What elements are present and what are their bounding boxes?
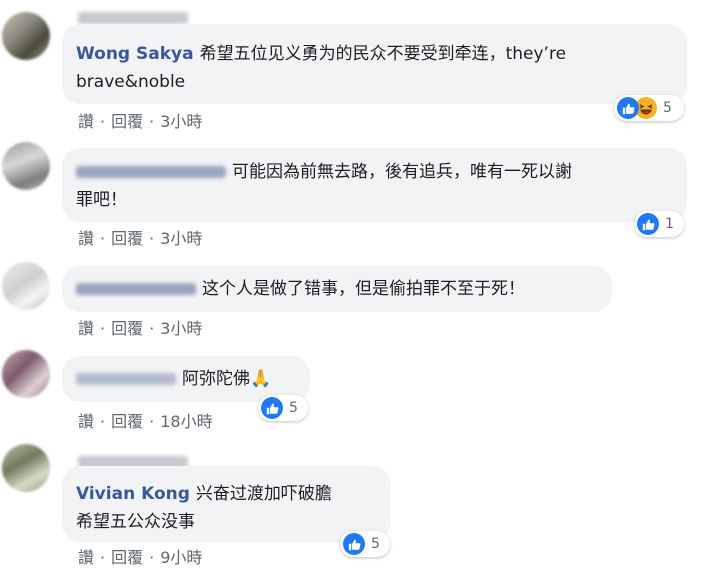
timestamp[interactable]: 3小時	[160, 315, 202, 339]
comment-text-line2: brave&noble	[76, 72, 186, 92]
blurred-name[interactable]	[76, 373, 176, 385]
reaction-count: 5	[289, 400, 298, 416]
timestamp[interactable]: 3小時	[160, 108, 202, 132]
blurred-name[interactable]	[76, 166, 226, 178]
comment-text: 可能因為前無去路，後有追兵，唯有一死以謝	[232, 162, 572, 182]
like-link[interactable]: 讚	[78, 315, 94, 339]
like-link[interactable]: 讚	[78, 544, 94, 568]
comment-text: 兴奋过渡加吓破膽	[195, 484, 332, 504]
avatar[interactable]	[2, 350, 50, 398]
avatar[interactable]	[2, 262, 50, 310]
separator: ·	[100, 229, 106, 248]
reply-link[interactable]: 回覆	[111, 108, 143, 132]
reaction-count: 5	[663, 100, 672, 116]
comment-actions: 讚 · 回覆 · 9小時	[78, 544, 202, 568]
comment-text: 这个人是做了错事，但是偷拍罪不至于死！	[202, 279, 525, 299]
separator: ·	[149, 412, 155, 431]
comment-text: 阿弥陀佛🙏	[182, 369, 272, 389]
like-icon	[261, 397, 283, 419]
timestamp[interactable]: 3小時	[160, 225, 202, 249]
reaction-badge[interactable]: 5	[258, 395, 308, 421]
reaction-count: 1	[665, 216, 674, 232]
like-icon	[617, 97, 639, 119]
comment-bubble: 这个人是做了错事，但是偷拍罪不至于死！	[62, 266, 612, 312]
comment-text-line2: 罪吧！	[76, 190, 127, 210]
like-icon	[343, 533, 365, 555]
avatar[interactable]	[2, 444, 50, 492]
reply-link[interactable]: 回覆	[111, 225, 143, 249]
comment-actions: 讚 · 回覆 · 3小時	[78, 225, 202, 249]
separator: ·	[149, 548, 155, 567]
reaction-badge[interactable]: 1	[634, 211, 684, 237]
separator: ·	[100, 319, 106, 338]
comment-text: 希望五位见义勇为的民众不要受到牵连，they’re	[199, 44, 567, 64]
avatar[interactable]	[2, 142, 50, 190]
timestamp[interactable]: 18小時	[160, 408, 212, 432]
reply-link[interactable]: 回覆	[111, 408, 143, 432]
blurred-name	[78, 12, 188, 24]
comment-actions: 讚 · 回覆 · 18小時	[78, 408, 213, 432]
like-link[interactable]: 讚	[78, 225, 94, 249]
comment-actions: 讚 · 回覆 · 3小時	[78, 315, 202, 339]
separator: ·	[100, 412, 106, 431]
comment-author[interactable]: Wong Sakya	[76, 44, 194, 64]
comment-actions: 讚 · 回覆 · 3小時	[78, 108, 202, 132]
separator: ·	[100, 548, 106, 567]
like-link[interactable]: 讚	[78, 408, 94, 432]
comment-bubble: Wong Sakya 希望五位见义勇为的民众不要受到牵连，they’re brav…	[62, 24, 687, 104]
reaction-badge[interactable]: 5	[340, 531, 390, 557]
comment-text-line2: 希望五公众没事	[76, 512, 195, 532]
reply-link[interactable]: 回覆	[111, 315, 143, 339]
separator: ·	[149, 319, 155, 338]
comment-bubble: 可能因為前無去路，後有追兵，唯有一死以謝 罪吧！	[62, 148, 687, 222]
like-link[interactable]: 讚	[78, 108, 94, 132]
comment-author[interactable]: Vivian Kong	[76, 484, 190, 504]
reaction-badge[interactable]: 5	[614, 95, 684, 121]
avatar[interactable]	[2, 12, 50, 60]
reply-link[interactable]: 回覆	[111, 544, 143, 568]
separator: ·	[149, 112, 155, 131]
blurred-name[interactable]	[76, 283, 196, 295]
comment-bubble: Vivian Kong 兴奋过渡加吓破膽 希望五公众没事	[62, 466, 390, 542]
timestamp[interactable]: 9小時	[160, 544, 202, 568]
reaction-count: 5	[371, 536, 380, 552]
separator: ·	[149, 229, 155, 248]
like-icon	[637, 213, 659, 235]
separator: ·	[100, 112, 106, 131]
